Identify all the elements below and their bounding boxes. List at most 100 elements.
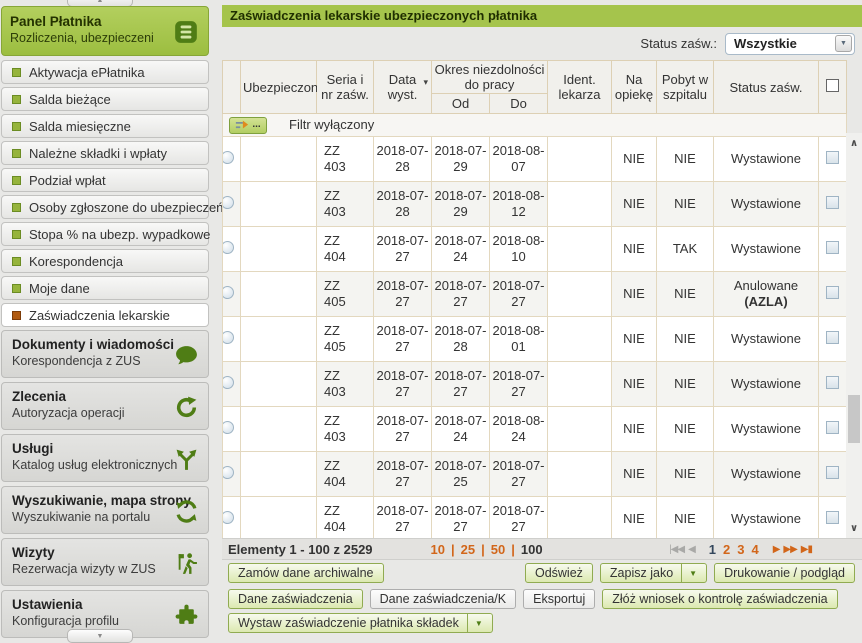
submit-control-request-button[interactable]: Złóż wniosek o kontrolę zaświadczenia bbox=[602, 589, 837, 609]
scroll-up-icon[interactable]: ∧ bbox=[846, 135, 862, 151]
row-checkbox[interactable] bbox=[826, 421, 839, 434]
cell-pobyt: NIE bbox=[657, 272, 714, 317]
walking-person-icon bbox=[174, 551, 199, 576]
goto-page-icon[interactable]: ▶▮ bbox=[801, 544, 812, 555]
row-checkbox[interactable] bbox=[826, 241, 839, 254]
sidebar-menu-item[interactable]: Osoby zgłoszone do ubezpieczeń bbox=[1, 195, 209, 219]
sidebar-section-visits[interactable]: Wizyty Rezerwacja wizyty w ZUS bbox=[1, 538, 209, 586]
row-radio[interactable] bbox=[223, 151, 234, 164]
row-checkbox[interactable] bbox=[826, 286, 839, 299]
scrollbar-thumb[interactable] bbox=[848, 395, 860, 443]
sidebar-section-orders[interactable]: Zlecenia Autoryzacja operacji bbox=[1, 382, 209, 430]
sidebar-panel-payer[interactable]: Panel Płatnika Rozliczenia, ubezpieczeni bbox=[1, 6, 209, 56]
filter-row: ... Filtr wyłączony bbox=[223, 114, 847, 137]
col-header-status[interactable]: Status zaśw. bbox=[714, 61, 819, 114]
pagination-bar: Elementy 1 - 100 z 2529 10 | 25 | 50 | 1… bbox=[222, 538, 862, 560]
table-row[interactable]: ZZ 403 2018-07-28 2018-07-29 2018-08-07 … bbox=[223, 137, 847, 182]
cell-ubezpieczony bbox=[241, 272, 317, 317]
row-checkbox[interactable] bbox=[826, 466, 839, 479]
status-filter-select[interactable]: Wszystkie ▼ bbox=[725, 33, 855, 55]
row-radio[interactable] bbox=[223, 241, 234, 254]
row-radio[interactable] bbox=[223, 421, 234, 434]
cell-od: 2018-07-24 bbox=[432, 227, 490, 272]
cell-status: Wystawione bbox=[714, 497, 819, 542]
page-size-50[interactable]: 50 bbox=[491, 542, 505, 557]
sidebar-menu-item[interactable]: Salda bieżące bbox=[1, 87, 209, 111]
next-page-icon[interactable]: ▶ bbox=[773, 544, 780, 555]
page-size-25[interactable]: 25 bbox=[461, 542, 475, 557]
page-size-10[interactable]: 10 bbox=[431, 542, 445, 557]
page-size-100[interactable]: 100 bbox=[521, 542, 543, 557]
row-checkbox[interactable] bbox=[826, 196, 839, 209]
row-checkbox[interactable] bbox=[826, 376, 839, 389]
save-as-button[interactable]: Zapisz jako▼ bbox=[600, 563, 707, 583]
sidebar-section-services[interactable]: Usługi Katalog usług elektronicznych bbox=[1, 434, 209, 482]
table-row[interactable]: ZZ 405 2018-07-27 2018-07-28 2018-08-01 … bbox=[223, 317, 847, 362]
menu-item-label: Stopa % na ubezp. wypadkowe bbox=[29, 227, 210, 242]
cell-data-wyst: 2018-07-27 bbox=[374, 227, 432, 272]
col-header-od[interactable]: Od bbox=[432, 94, 490, 114]
sidebar-section-documents[interactable]: Dokumenty i wiadomości Korespondencja z … bbox=[1, 330, 209, 378]
sidebar-scroll-down-button[interactable]: ▼ bbox=[67, 629, 133, 643]
col-header-ident-lekarza[interactable]: Ident. lekarza bbox=[548, 61, 612, 114]
menu-item-label: Korespondencja bbox=[29, 254, 123, 269]
col-header-ubezpieczony[interactable]: Ubezpieczony bbox=[241, 61, 317, 114]
refresh-button[interactable]: Odśwież bbox=[525, 563, 593, 583]
page-1[interactable]: 1 bbox=[709, 542, 716, 557]
table-row[interactable]: ZZ 403 2018-07-27 2018-07-24 2018-08-24 … bbox=[223, 407, 847, 452]
select-all-checkbox[interactable] bbox=[826, 79, 839, 92]
sidebar-menu-item[interactable]: Stopa % na ubezp. wypadkowe bbox=[1, 222, 209, 246]
export-button[interactable]: Eksportuj bbox=[523, 589, 595, 609]
row-radio[interactable] bbox=[223, 376, 234, 389]
chevron-down-icon[interactable]: ▼ bbox=[467, 614, 483, 632]
table-row[interactable]: ZZ 403 2018-07-28 2018-07-29 2018-08-12 … bbox=[223, 182, 847, 227]
issue-payer-certificate-button[interactable]: Wystaw zaświadczenie płatnika składek▼ bbox=[228, 613, 493, 633]
row-checkbox[interactable] bbox=[826, 511, 839, 524]
col-header-do[interactable]: Do bbox=[490, 94, 548, 114]
filter-options-button[interactable]: ... bbox=[229, 117, 267, 134]
sidebar-menu-item[interactable]: Zaświadczenia lekarskie bbox=[1, 303, 209, 327]
first-page-icon[interactable]: |◀◀ bbox=[669, 544, 684, 555]
row-checkbox[interactable] bbox=[826, 151, 839, 164]
sidebar-section-search[interactable]: Wyszukiwanie, mapa strony Wyszukiwanie n… bbox=[1, 486, 209, 534]
vertical-scrollbar[interactable]: ∧ ∨ bbox=[846, 133, 862, 538]
row-radio[interactable] bbox=[223, 331, 234, 344]
scroll-down-icon[interactable]: ∨ bbox=[846, 520, 862, 536]
combo-dropdown-button[interactable]: ▼ bbox=[835, 35, 852, 52]
col-header-na-opieke[interactable]: Na opiekę bbox=[612, 61, 657, 114]
row-radio[interactable] bbox=[223, 466, 234, 479]
row-radio[interactable] bbox=[223, 286, 234, 299]
last-page-icon[interactable]: ▶▶ bbox=[783, 544, 796, 555]
order-archive-data-button[interactable]: Zamów dane archiwalne bbox=[228, 563, 384, 583]
col-header-pobyt[interactable]: Pobyt w szpitalu bbox=[657, 61, 714, 114]
sidebar-menu-item[interactable]: Salda miesięczne bbox=[1, 114, 209, 138]
sidebar-menu-item[interactable]: Należne składki i wpłaty bbox=[1, 141, 209, 165]
col-header-seria[interactable]: Seria i nr zaśw. bbox=[317, 61, 374, 114]
sidebar-menu-item[interactable]: Aktywacja ePłatnika bbox=[1, 60, 209, 84]
prev-page-icon[interactable]: ◀ bbox=[688, 544, 695, 555]
page-2[interactable]: 2 bbox=[723, 542, 730, 557]
row-radio[interactable] bbox=[223, 196, 234, 209]
print-preview-button[interactable]: Drukowanie / podgląd bbox=[714, 563, 855, 583]
chevron-down-icon[interactable]: ▼ bbox=[681, 564, 697, 582]
sidebar-menu-item[interactable]: Korespondencja bbox=[1, 249, 209, 273]
certificate-data-k-button[interactable]: Dane zaświadczenia/K bbox=[370, 589, 516, 609]
row-radio[interactable] bbox=[223, 511, 234, 524]
table-row[interactable]: ZZ 404 2018-07-27 2018-07-24 2018-08-10 … bbox=[223, 227, 847, 272]
row-checkbox[interactable] bbox=[826, 331, 839, 344]
menu-item-label: Aktywacja ePłatnika bbox=[29, 65, 145, 80]
cell-na-opieke: NIE bbox=[612, 137, 657, 182]
table-row[interactable]: ZZ 404 2018-07-27 2018-07-27 2018-07-27 … bbox=[223, 497, 847, 542]
table-row[interactable]: ZZ 404 2018-07-27 2018-07-25 2018-07-27 … bbox=[223, 452, 847, 497]
cell-od: 2018-07-25 bbox=[432, 452, 490, 497]
sidebar-menu-item[interactable]: Podział wpłat bbox=[1, 168, 209, 192]
pager: |◀◀ ◀ 1 2 3 4 ▶ ▶▶ ▶▮ bbox=[669, 542, 856, 557]
table-row[interactable]: ZZ 405 2018-07-27 2018-07-27 2018-07-27 … bbox=[223, 272, 847, 317]
sidebar-menu-item[interactable]: Moje dane bbox=[1, 276, 209, 300]
section-title: Dokumenty i wiadomości bbox=[12, 337, 198, 352]
page-4[interactable]: 4 bbox=[751, 542, 758, 557]
certificate-data-button[interactable]: Dane zaświadczenia bbox=[228, 589, 363, 609]
page-3[interactable]: 3 bbox=[737, 542, 744, 557]
col-header-data-wyst[interactable]: Data wyst.▾ bbox=[374, 61, 432, 114]
table-row[interactable]: ZZ 403 2018-07-27 2018-07-27 2018-07-27 … bbox=[223, 362, 847, 407]
